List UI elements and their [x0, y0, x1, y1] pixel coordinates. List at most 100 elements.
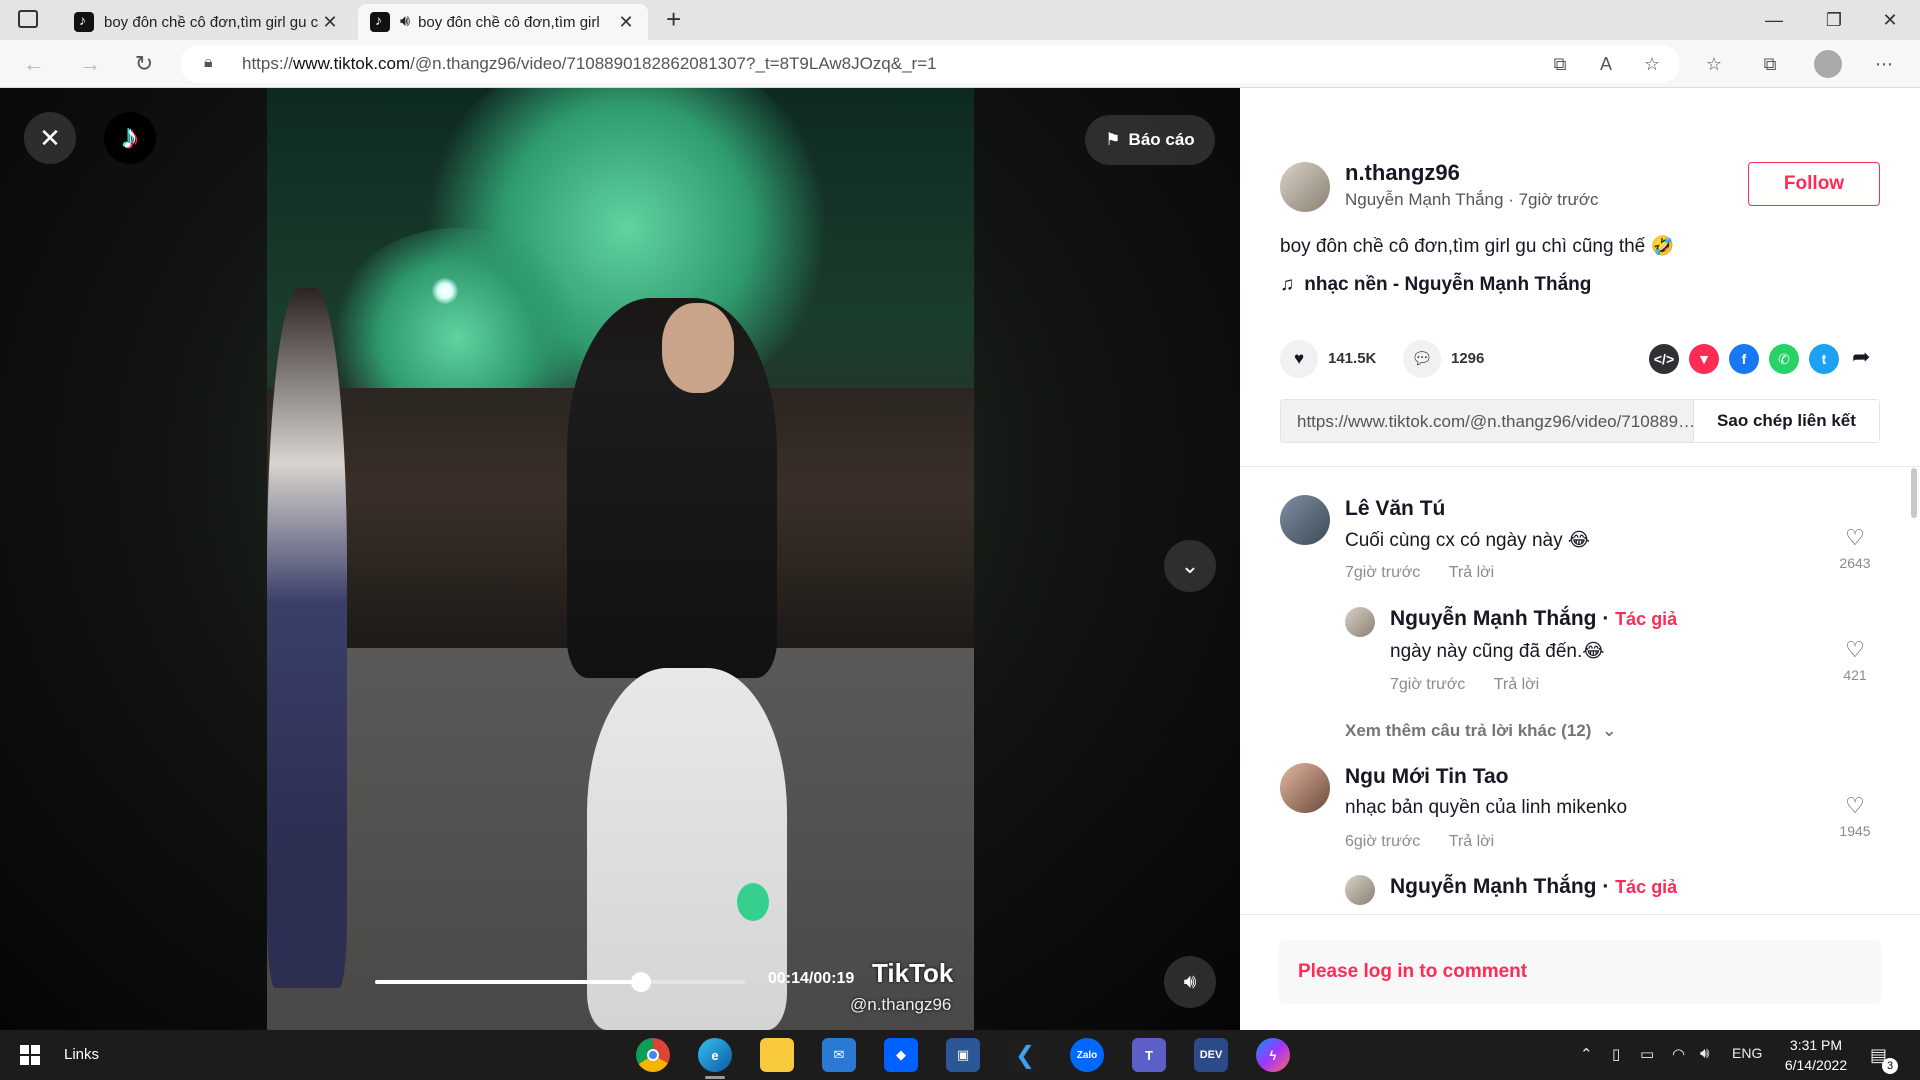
- address-toolbar: ← → ↻ 🔒︎ https://www.tiktok.com/@n.thang…: [0, 40, 1920, 88]
- whatsapp-icon[interactable]: ✆: [1769, 344, 1799, 374]
- heart-outline-icon[interactable]: ♡: [1835, 525, 1875, 551]
- device-icon[interactable]: ▯: [1612, 1045, 1620, 1063]
- pinterest-icon[interactable]: ▼: [1689, 344, 1719, 374]
- dropbox-icon[interactable]: ◆: [884, 1038, 918, 1072]
- collections-icon[interactable]: ⧉: [1756, 50, 1784, 78]
- scrollbar-thumb[interactable]: [1911, 468, 1917, 518]
- vscode-icon[interactable]: ❮: [1008, 1038, 1042, 1072]
- url-bar[interactable]: 🔒︎ https://www.tiktok.com/@n.thangz96/vi…: [180, 45, 1680, 83]
- commenter-avatar[interactable]: [1345, 607, 1375, 637]
- video-link-url[interactable]: https://www.tiktok.com/@n.thangz96/video…: [1297, 412, 1697, 432]
- report-label: Báo cáo: [1128, 130, 1195, 149]
- refresh-button[interactable]: ↻: [128, 48, 160, 80]
- login-to-comment-button[interactable]: Please log in to comment: [1278, 940, 1882, 1004]
- lock-icon[interactable]: 🔒︎: [204, 54, 213, 72]
- language-indicator[interactable]: ENG: [1732, 1045, 1762, 1061]
- commenter-name[interactable]: Nguyễn Mạnh Thắng: [1390, 607, 1597, 630]
- post-time: 7giờ trước: [1518, 190, 1599, 209]
- app-icon[interactable]: ▣: [946, 1038, 980, 1072]
- man-face: [662, 303, 734, 393]
- browser-tab-2[interactable]: 🔊︎ boy đôn chề cô đơn,tìm girl ✕: [358, 4, 648, 40]
- maximize-button[interactable]: ❐: [1806, 0, 1862, 40]
- music-title: nhạc nền - Nguyễn Mạnh Thắng: [1304, 274, 1592, 295]
- video-player[interactable]: ✕ ♪ ⚑ Báo cáo ⌄ 00:14/00:19 TikTok @n.th…: [0, 88, 1240, 1030]
- comment-list[interactable]: Lê Văn Tú Cuối cùng cx có ngày này 😂 7gi…: [1240, 467, 1920, 914]
- video-progress-bar[interactable]: [375, 972, 745, 992]
- share-arrow-icon[interactable]: ➦: [1852, 344, 1870, 370]
- add-favorite-icon[interactable]: ☆: [1638, 50, 1666, 78]
- author-username[interactable]: n.thangz96: [1345, 160, 1460, 186]
- links-toolbar[interactable]: Links: [64, 1046, 99, 1063]
- close-tab-icon[interactable]: ✕: [616, 12, 636, 33]
- tray-chevron-icon[interactable]: ⌃: [1580, 1045, 1593, 1063]
- reply-button[interactable]: Trả lời: [1449, 564, 1494, 581]
- reply-button[interactable]: Trả lời: [1494, 676, 1539, 693]
- commenter-name[interactable]: Lê Văn Tú: [1345, 497, 1445, 521]
- browser-tab-1[interactable]: boy đôn chề cô đơn,tìm girl gu c ✕: [62, 4, 352, 40]
- comment-text: ngày này cũng đã đến.😂: [1390, 641, 1605, 662]
- author-display-name: Nguyễn Mạnh Thắng: [1345, 190, 1504, 209]
- comment-button[interactable]: 💬︎: [1403, 340, 1441, 378]
- profile-avatar[interactable]: [1814, 50, 1842, 78]
- more-menu-icon[interactable]: ⋯: [1870, 50, 1898, 78]
- teams-icon[interactable]: T: [1132, 1038, 1166, 1072]
- heart-outline-icon[interactable]: ♡: [1835, 637, 1875, 663]
- comment-meta: 6giờ trước Trả lời: [1345, 833, 1494, 851]
- commenter-avatar[interactable]: [1280, 763, 1330, 813]
- back-button[interactable]: ←: [18, 48, 50, 80]
- favorites-icon[interactable]: ☆: [1700, 50, 1728, 78]
- speaker-icon[interactable]: 🔊︎: [400, 13, 410, 31]
- reply-button[interactable]: Trả lời: [1449, 833, 1494, 850]
- woman-figure: [267, 288, 347, 988]
- battery-icon[interactable]: ▭: [1640, 1045, 1654, 1063]
- twitter-icon[interactable]: t: [1809, 344, 1839, 374]
- forward-button[interactable]: →: [74, 48, 106, 80]
- copy-link-button[interactable]: Sao chép liên kết: [1693, 400, 1879, 442]
- open-in-app-icon[interactable]: ⧉: [1546, 50, 1574, 78]
- embed-icon[interactable]: </>: [1649, 344, 1679, 374]
- windows-start-icon[interactable]: [20, 1045, 40, 1065]
- commenter-name[interactable]: Nguyễn Mạnh Thắng: [1390, 875, 1597, 898]
- next-video-button[interactable]: ⌄: [1164, 540, 1216, 592]
- report-button[interactable]: ⚑ Báo cáo: [1085, 115, 1215, 165]
- messenger-icon[interactable]: ϟ: [1256, 1038, 1290, 1072]
- url-path: /@n.thangz96/video/7108890182862081307?_…: [410, 54, 937, 73]
- commenter-avatar[interactable]: [1345, 875, 1375, 905]
- file-explorer-icon[interactable]: [760, 1038, 794, 1072]
- volume-tray-icon[interactable]: 🔊︎: [1700, 1045, 1709, 1062]
- comment-text: Cuối cùng cx có ngày này 😂: [1345, 530, 1591, 551]
- music-link[interactable]: ♫ nhạc nền - Nguyễn Mạnh Thắng: [1280, 274, 1591, 296]
- close-window-button[interactable]: ✕: [1862, 0, 1918, 40]
- heart-outline-icon[interactable]: ♡: [1835, 793, 1875, 819]
- volume-button[interactable]: 🔊︎: [1164, 956, 1216, 1008]
- facebook-icon[interactable]: f: [1729, 344, 1759, 374]
- close-tab-icon[interactable]: ✕: [320, 12, 340, 33]
- tiktok-logo-icon[interactable]: ♪: [104, 112, 156, 164]
- video-frame[interactable]: [267, 88, 974, 1030]
- view-more-replies[interactable]: Xem thêm câu trả lời khác (12) ⌄: [1345, 721, 1616, 741]
- author-avatar[interactable]: [1280, 162, 1330, 212]
- clock[interactable]: 3:31 PM 6/14/2022: [1776, 1035, 1856, 1075]
- commenter-avatar[interactable]: [1280, 495, 1330, 545]
- comment-meta: 7giờ trước Trả lời: [1390, 676, 1539, 694]
- dev-app-icon[interactable]: DEV: [1194, 1038, 1228, 1072]
- new-tab-button[interactable]: +: [666, 4, 681, 35]
- comment-like[interactable]: ♡ 2643: [1835, 525, 1875, 571]
- comment-like[interactable]: ♡ 421: [1835, 637, 1875, 683]
- edge-icon[interactable]: e: [698, 1038, 732, 1072]
- tab-actions-icon[interactable]: [18, 10, 38, 28]
- close-video-button[interactable]: ✕: [24, 112, 76, 164]
- url-host: www.tiktok.com: [293, 54, 411, 73]
- chrome-icon[interactable]: [636, 1038, 670, 1072]
- chevron-down-icon: ⌄: [1602, 721, 1617, 740]
- comment-scrollbar[interactable]: [1908, 466, 1920, 914]
- wifi-icon[interactable]: ◠: [1672, 1045, 1685, 1063]
- commenter-name[interactable]: Ngu Mới Tin Tao: [1345, 765, 1508, 789]
- read-aloud-icon[interactable]: A: [1592, 50, 1620, 78]
- minimize-button[interactable]: —: [1746, 0, 1802, 40]
- zalo-icon[interactable]: Zalo: [1070, 1038, 1104, 1072]
- like-button[interactable]: ♥: [1280, 340, 1318, 378]
- follow-button[interactable]: Follow: [1748, 162, 1880, 206]
- comment-like[interactable]: ♡ 1945: [1835, 793, 1875, 839]
- mail-icon[interactable]: ✉: [822, 1038, 856, 1072]
